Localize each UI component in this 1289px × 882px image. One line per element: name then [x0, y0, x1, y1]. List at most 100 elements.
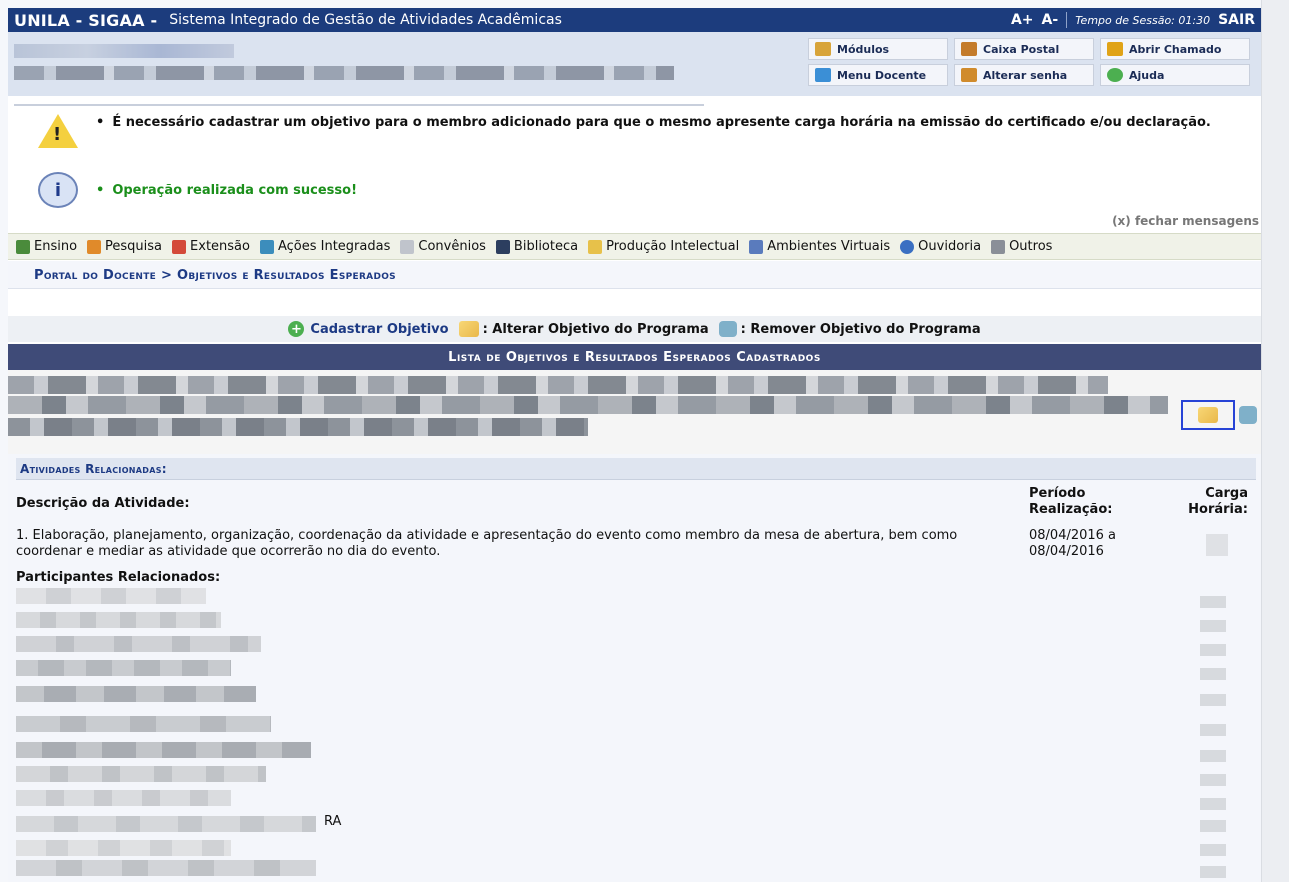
menu-item-convenios[interactable]: Convênios: [400, 239, 486, 254]
info-icon: i: [38, 172, 78, 208]
menu-item-biblioteca[interactable]: Biblioteca: [495, 239, 579, 254]
period-header-text: Período Realização:: [1029, 486, 1113, 517]
library-icon: [495, 239, 510, 254]
remove-objective-button[interactable]: [1239, 406, 1257, 424]
participant-redacted: [16, 612, 221, 628]
ticket-icon: [1107, 42, 1123, 56]
participant-hours-redacted: [1200, 724, 1226, 736]
open-ticket-button[interactable]: Abrir Chamado: [1100, 38, 1250, 60]
participant-redacted: [16, 790, 231, 806]
help-button[interactable]: Ajuda: [1100, 64, 1250, 86]
activity-description: 1. Elaboração, planejamento, organização…: [16, 528, 958, 559]
participant-redacted: [16, 766, 266, 782]
menu-label: Produção Intelectual: [606, 239, 740, 254]
participant-redacted: [16, 840, 231, 856]
menu-label: Extensão: [190, 239, 250, 254]
menu-label: Biblioteca: [513, 239, 579, 254]
edit-objective-button[interactable]: [1181, 400, 1235, 430]
add-objective-link[interactable]: + Cadastrar Objetivo: [288, 321, 449, 337]
participant-hours-redacted: [1200, 820, 1226, 832]
other-icon: [991, 239, 1006, 254]
virtual-env-icon: [749, 239, 764, 254]
menu-label: Ações Integradas: [277, 239, 391, 254]
breadcrumb: Portal do Docente > Objetivos e Resultad…: [8, 261, 1261, 289]
menu-item-outros[interactable]: Outros: [991, 239, 1052, 254]
font-decrease-button[interactable]: A-: [1042, 12, 1059, 28]
participant-redacted: [16, 636, 261, 652]
mailbox-button[interactable]: Caixa Postal: [954, 38, 1094, 60]
font-increase-button[interactable]: A+: [1011, 12, 1034, 28]
logout-button[interactable]: SAIR: [1218, 12, 1255, 28]
objective-row: [8, 370, 1261, 454]
breadcrumb-text: Portal do Docente > Objetivos e Resultad…: [34, 268, 396, 283]
trash-icon: [718, 321, 737, 337]
puzzle-icon: [259, 239, 274, 254]
notebook-icon: [588, 239, 603, 254]
participant-hours-redacted: [1200, 644, 1226, 656]
edit-icon: [1198, 407, 1218, 423]
user-key-icon: [961, 68, 977, 82]
menu-label: Ensino: [34, 239, 78, 254]
document-icon: [400, 239, 415, 254]
teacher-menu-button[interactable]: Menu Docente: [808, 64, 948, 86]
activity-period: 08/04/2016 a 08/04/2016: [1029, 528, 1117, 559]
user-unit-redacted: [14, 66, 674, 80]
change-password-button[interactable]: Alterar senha: [954, 64, 1094, 86]
books-icon: [16, 239, 30, 254]
menu-label: Pesquisa: [105, 239, 163, 254]
edit-legend-label: : Alterar Objetivo do Programa: [482, 321, 709, 337]
menu-item-acoes-integradas[interactable]: Ações Integradas: [259, 239, 391, 254]
menu-item-extensao[interactable]: Extensão: [172, 239, 250, 254]
change-password-label: Alterar senha: [983, 68, 1068, 82]
modules-grid: Módulos Caixa Postal Abrir Chamado Menu …: [808, 38, 1250, 86]
participant-hours-redacted: [1200, 620, 1226, 632]
objective-text-redacted: [8, 396, 1168, 414]
divider: [1066, 12, 1068, 28]
period-column-header: Período Realização:: [1029, 486, 1129, 518]
edit-icon: [458, 321, 479, 337]
participant-hours-redacted: [1200, 866, 1226, 878]
modules-icon: [815, 42, 831, 56]
menu-item-producao-intelectual[interactable]: Produção Intelectual: [588, 239, 739, 254]
page: UNILA - SIGAA - Sistema Integrado de Ges…: [8, 8, 1261, 882]
activities-section: Atividades Relacionadas: Descrição da At…: [8, 454, 1261, 882]
success-message: i • Operação realizada com sucesso!: [38, 172, 357, 208]
warning-message: ! • É necessário cadastrar um objetivo pa…: [38, 114, 1211, 150]
modules-button[interactable]: Módulos: [808, 38, 948, 60]
hours-header-text: Carga Horária:: [1188, 486, 1248, 517]
remove-legend-label: : Remover Objetivo do Programa: [740, 321, 981, 337]
list-title: Lista de Objetivos e Resultados Esperado…: [448, 349, 821, 365]
system-brand: UNILA - SIGAA -: [14, 10, 158, 30]
menu-label: Convênios: [418, 239, 486, 254]
warning-icon: !: [38, 114, 78, 150]
participant-hours-redacted: [1200, 844, 1226, 856]
participant-name-fragment: RA: [324, 814, 342, 829]
messages-panel: ! • É necessário cadastrar um objetivo pa…: [8, 104, 1261, 228]
heart-icon: [172, 239, 187, 254]
scrollbar-gutter[interactable]: [1261, 0, 1289, 882]
mailbox-label: Caixa Postal: [983, 42, 1060, 56]
participant-redacted: [16, 860, 316, 876]
teacher-menu-label: Menu Docente: [837, 68, 927, 82]
participant-redacted: [16, 742, 311, 758]
help-label: Ajuda: [1129, 68, 1165, 82]
menu-item-ouvidoria[interactable]: Ouvidoria: [900, 239, 981, 254]
mailbox-icon: [961, 42, 977, 56]
teacher-menu-icon: [815, 68, 831, 82]
description-column-header: Descrição da Atividade:: [16, 496, 190, 511]
menu-item-ambientes-virtuais[interactable]: Ambientes Virtuais: [749, 239, 890, 254]
session-timer: Tempo de Sessão: 01:30: [1075, 13, 1211, 27]
action-legend: + Cadastrar Objetivo : Alterar Objetivo …: [8, 316, 1261, 342]
menu-item-pesquisa[interactable]: Pesquisa: [87, 239, 162, 254]
close-messages-link[interactable]: (x) fechar mensagens: [1112, 214, 1259, 228]
top-bar: UNILA - SIGAA - Sistema Integrado de Ges…: [8, 8, 1261, 32]
menu-item-ensino[interactable]: Ensino: [16, 239, 77, 254]
participant-redacted: [16, 716, 271, 732]
success-text: Operação realizada com sucesso!: [112, 183, 358, 198]
participant-hours-redacted: [1200, 798, 1226, 810]
add-icon: +: [288, 321, 305, 337]
objective-text-redacted: [8, 418, 588, 436]
participant-redacted: [16, 816, 316, 832]
open-ticket-label: Abrir Chamado: [1129, 42, 1222, 56]
activities-header: Atividades Relacionadas:: [16, 458, 1256, 480]
